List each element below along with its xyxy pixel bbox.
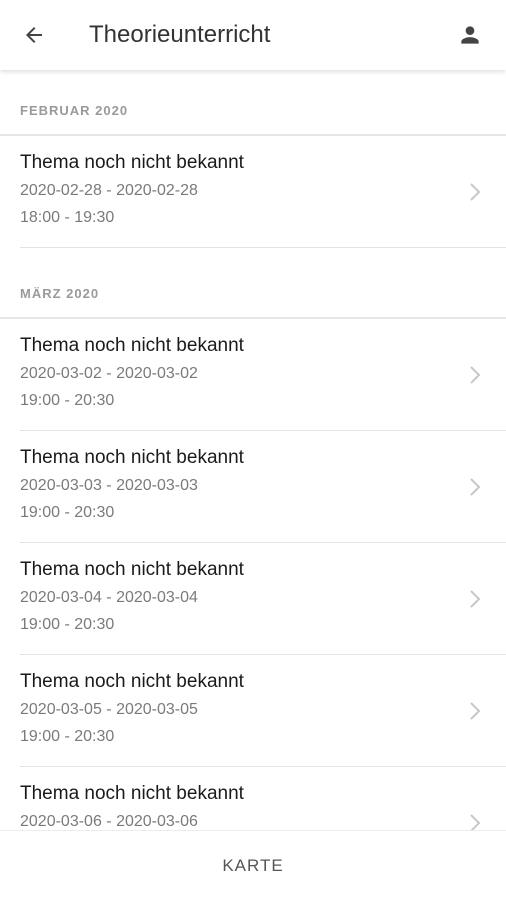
chevron-right-icon	[470, 183, 481, 201]
section-label: MÄRZ 2020	[20, 286, 100, 301]
map-button[interactable]: KARTE	[0, 831, 506, 900]
list-item[interactable]: Thema noch nicht bekannt 2020-03-04 - 20…	[0, 543, 506, 655]
chevron-right-icon	[470, 478, 481, 496]
lesson-time: 18:00 - 19:30	[20, 209, 115, 226]
lesson-time: 19:00 - 20:30	[20, 728, 115, 745]
arrow-left-icon	[26, 27, 42, 43]
lesson-title: Thema noch nicht bekannt	[20, 559, 244, 580]
chevron-right-icon	[470, 366, 481, 384]
app-screen: Theorieunterricht FEBRUAR 2020 Thema noc…	[0, 0, 506, 900]
profile-button[interactable]	[452, 19, 488, 51]
back-button[interactable]	[16, 19, 52, 51]
lesson-title: Thema noch nicht bekannt	[20, 671, 244, 692]
lesson-date: 2020-03-05 - 2020-03-05	[20, 701, 198, 718]
bottom-bar: KARTE	[0, 830, 506, 900]
person-icon	[461, 26, 479, 44]
lesson-date: 2020-03-06 - 2020-03-06	[20, 813, 198, 830]
lesson-title: Thema noch nicht bekannt	[20, 152, 244, 173]
lesson-title: Thema noch nicht bekannt	[20, 335, 244, 356]
chevron-right-icon	[470, 702, 481, 720]
page-title: Theorieunterricht	[89, 21, 271, 48]
app-header: Theorieunterricht	[0, 0, 506, 70]
lesson-date: 2020-03-04 - 2020-03-04	[20, 589, 198, 606]
lesson-time: 19:00 - 20:30	[20, 392, 115, 409]
section-header-maerz: MÄRZ 2020	[0, 248, 506, 319]
lesson-date: 2020-03-03 - 2020-03-03	[20, 477, 198, 494]
lesson-date: 2020-03-02 - 2020-03-02	[20, 365, 198, 382]
list-item[interactable]: Thema noch nicht bekannt 2020-03-03 - 20…	[0, 431, 506, 543]
lesson-date: 2020-02-28 - 2020-02-28	[20, 182, 198, 199]
lesson-list[interactable]: FEBRUAR 2020 Thema noch nicht bekannt 20…	[0, 70, 506, 830]
chevron-right-icon	[470, 590, 481, 608]
list-item[interactable]: Thema noch nicht bekannt 2020-03-02 - 20…	[0, 319, 506, 431]
list-item[interactable]: Thema noch nicht bekannt 2020-03-05 - 20…	[0, 655, 506, 767]
lesson-time: 19:00 - 20:30	[20, 504, 115, 521]
chevron-right-icon	[470, 814, 481, 830]
lesson-title: Thema noch nicht bekannt	[20, 783, 244, 804]
list-item[interactable]: Thema noch nicht bekannt 2020-02-28 - 20…	[0, 136, 506, 248]
section-header-februar: FEBRUAR 2020	[0, 70, 506, 136]
lesson-title: Thema noch nicht bekannt	[20, 447, 244, 468]
list-item[interactable]: Thema noch nicht bekannt 2020-03-06 - 20…	[0, 767, 506, 830]
lesson-time: 19:00 - 20:30	[20, 616, 115, 633]
section-label: FEBRUAR 2020	[20, 103, 129, 118]
